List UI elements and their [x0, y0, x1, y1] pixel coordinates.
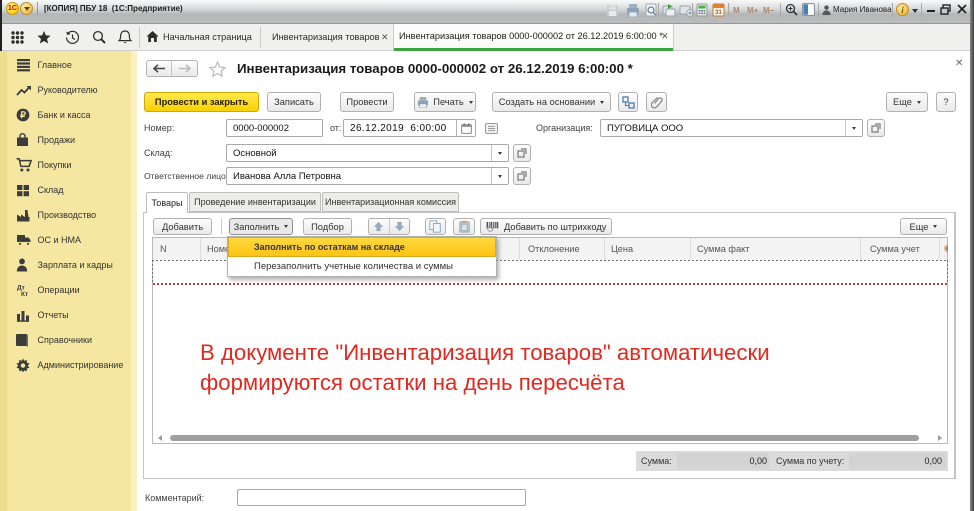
svg-text:Кт: Кт: [21, 291, 28, 297]
svg-text:31: 31: [715, 10, 722, 16]
svg-text:₽: ₽: [20, 110, 26, 120]
